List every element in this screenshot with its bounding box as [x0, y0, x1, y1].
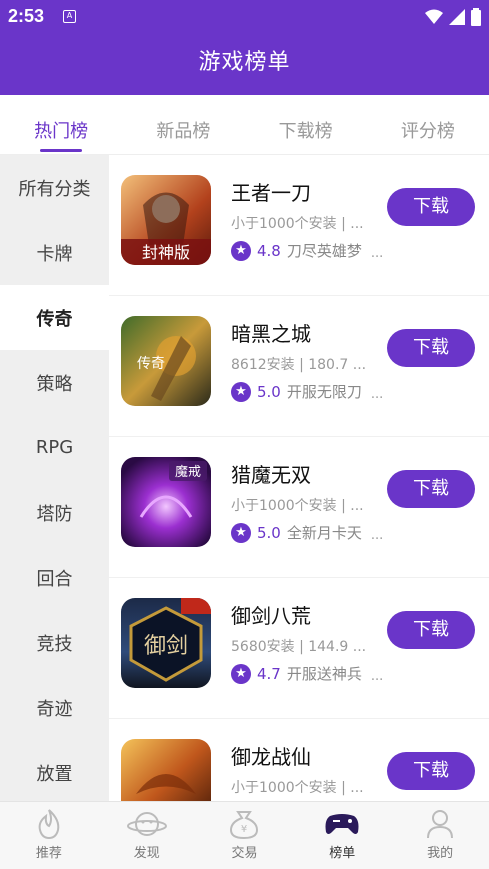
flame-icon	[38, 809, 60, 840]
star-icon: ★	[231, 240, 251, 261]
game-icon[interactable]	[121, 739, 211, 801]
download-button[interactable]: 下载	[387, 329, 475, 367]
download-button[interactable]: 下载	[387, 752, 475, 790]
game-name: 御剑八荒	[231, 604, 311, 628]
game-icon[interactable]: 传奇	[121, 316, 211, 406]
game-name: 御龙战仙	[231, 745, 311, 769]
ellipsis: ...	[370, 528, 384, 543]
game-meta: 8612安装 | 180.7 ...	[231, 357, 367, 373]
signal-icon	[449, 9, 465, 25]
notification-icon: A	[63, 10, 76, 23]
svg-text:¥: ¥	[241, 824, 247, 835]
nav-label: 交易	[231, 846, 258, 861]
game-meta: 5680安装 | 144.9 ...	[231, 639, 367, 655]
category-sidebar: 所有分类 卡牌 传奇 策略 RPG 塔防 回合 竞技 奇迹 放置	[0, 155, 109, 801]
nav-label: 推荐	[35, 846, 62, 861]
status-icons	[425, 8, 481, 26]
nav-discover[interactable]: 发现	[98, 802, 196, 869]
game-rating: ★ 5.0 全新月卡天 ...	[231, 522, 383, 543]
game-row[interactable]: 御剑 御剑八荒 5680安装 | 144.9 ... ★ 4.7 开服送神兵 .…	[109, 578, 489, 719]
game-tagline: 刀尽英雄梦	[286, 242, 362, 260]
star-icon: ★	[231, 381, 251, 402]
game-name: 王者一刀	[231, 181, 311, 205]
star-icon: ★	[231, 522, 251, 543]
game-icon-label: 传奇	[137, 355, 165, 372]
game-tagline: 全新月卡天	[286, 524, 362, 542]
wifi-icon	[425, 9, 443, 24]
nav-ranking[interactable]: 榜单	[293, 802, 391, 869]
game-score: 5.0	[257, 523, 281, 542]
game-list: 封神版 王者一刀 小于1000个安装 | ... ★ 4.8 刀尽英雄梦 ...…	[109, 155, 489, 801]
game-icon[interactable]: 封神版	[121, 175, 211, 265]
category-card[interactable]: 卡牌	[0, 220, 109, 285]
game-name: 暗黑之城	[231, 322, 311, 346]
gamepad-icon	[325, 814, 359, 834]
game-icon[interactable]: 魔戒	[121, 457, 211, 547]
status-time: 2:53	[8, 6, 45, 26]
tab-download[interactable]: 下载榜	[245, 95, 367, 154]
category-turn-based[interactable]: 回合	[0, 545, 109, 610]
game-name: 猎魔无双	[231, 463, 311, 487]
nav-recommend[interactable]: 推荐	[0, 802, 98, 869]
tab-new[interactable]: 新品榜	[122, 95, 244, 154]
game-score: 5.0	[257, 382, 281, 401]
ranking-tabs: 热门榜 新品榜 下载榜 评分榜	[0, 95, 489, 155]
tab-rating[interactable]: 评分榜	[367, 95, 489, 154]
nav-label: 发现	[133, 846, 160, 861]
star-icon: ★	[231, 663, 251, 684]
tab-hot[interactable]: 热门榜	[0, 95, 122, 154]
game-score: 4.8	[257, 241, 281, 260]
game-meta: 小于1000个安装 | ...	[231, 498, 364, 514]
planet-icon	[126, 812, 167, 836]
game-icon-label: 封神版	[142, 243, 190, 262]
game-meta: 小于1000个安装 | ...	[231, 216, 364, 232]
game-row[interactable]: 魔戒 猎魔无双 小于1000个安装 | ... ★ 5.0 全新月卡天 ... …	[109, 437, 489, 578]
game-row[interactable]: 御龙战仙 小于1000个安装 | ... 下载	[109, 719, 489, 801]
game-tagline: 开服送神兵	[286, 665, 362, 683]
ellipsis: ...	[370, 669, 384, 684]
category-strategy[interactable]: 策略	[0, 350, 109, 415]
download-button[interactable]: 下载	[387, 611, 475, 649]
ellipsis: ...	[370, 246, 384, 261]
person-icon	[427, 810, 454, 839]
battery-icon	[471, 8, 481, 26]
game-score: 4.7	[257, 664, 281, 683]
category-all[interactable]: 所有分类	[0, 155, 109, 220]
page-title: 游戏榜单	[198, 50, 291, 75]
game-rating: ★ 5.0 开服无限刀 ...	[231, 381, 383, 402]
category-miracle[interactable]: 奇迹	[0, 675, 109, 740]
nav-trade[interactable]: ¥ 交易	[196, 802, 294, 869]
category-idle[interactable]: 放置	[0, 740, 109, 801]
game-rating: ★ 4.7 开服送神兵 ...	[231, 663, 383, 684]
nav-label: 我的	[427, 846, 454, 861]
money-bag-icon: ¥	[230, 811, 259, 840]
status-bar: 2:53 A	[0, 0, 489, 34]
game-row[interactable]: 传奇 暗黑之城 8612安装 | 180.7 ... ★ 5.0 开服无限刀 .…	[109, 296, 489, 437]
category-rpg[interactable]: RPG	[0, 415, 109, 480]
app-header: 2:53 A 游戏榜单	[0, 0, 489, 95]
game-icon[interactable]: 御剑	[121, 598, 211, 688]
game-row[interactable]: 封神版 王者一刀 小于1000个安装 | ... ★ 4.8 刀尽英雄梦 ...…	[109, 155, 489, 296]
category-competitive[interactable]: 竞技	[0, 610, 109, 675]
nav-mine[interactable]: 我的	[391, 802, 489, 869]
category-legend[interactable]: 传奇	[0, 285, 109, 350]
ellipsis: ...	[370, 387, 384, 402]
download-button[interactable]: 下载	[387, 188, 475, 226]
game-tagline: 开服无限刀	[286, 383, 362, 401]
game-meta: 小于1000个安装 | ...	[231, 780, 364, 796]
game-icon-label: 御剑	[144, 634, 188, 659]
game-rating: ★ 4.8 刀尽英雄梦 ...	[231, 240, 383, 261]
bottom-nav: 推荐 发现 ¥ 交易 榜单 我的	[0, 801, 489, 869]
nav-label: 榜单	[329, 846, 356, 861]
category-tower-defense[interactable]: 塔防	[0, 480, 109, 545]
download-button[interactable]: 下载	[387, 470, 475, 508]
game-icon-label: 魔戒	[175, 465, 201, 480]
